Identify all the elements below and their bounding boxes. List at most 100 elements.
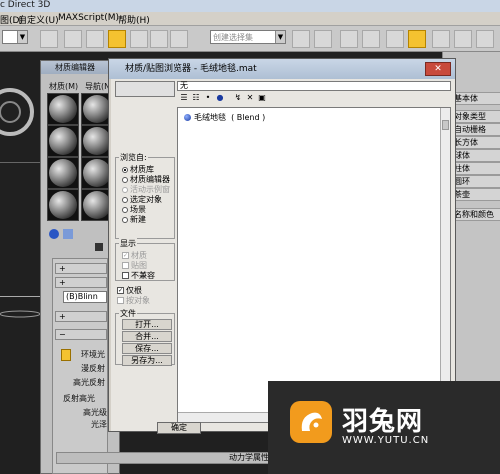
quick-render-icon[interactable]: [476, 30, 494, 48]
sample-sphere: [49, 159, 77, 187]
mirror-icon[interactable]: [292, 30, 310, 48]
radio-icon: [122, 176, 128, 183]
merge-button[interactable]: 合并...: [122, 331, 172, 342]
watermark: 羽兔网 WWW.YUTU.CN: [268, 381, 500, 474]
get-material-icon[interactable]: [49, 229, 59, 239]
percent-snap-icon[interactable]: [150, 30, 168, 48]
sample-slot[interactable]: [47, 93, 79, 125]
menu-item-help[interactable]: 帮助(H): [118, 13, 150, 26]
chevron-down-icon[interactable]: ▼: [17, 31, 27, 43]
list-item[interactable]: 毛绒地毯 ( Blend ): [184, 112, 265, 123]
cp-cylinder-button[interactable]: 柱体: [451, 162, 500, 175]
radio-new[interactable]: 新建: [122, 214, 146, 225]
material-map-browser: 材质/贴图浏览器 - 毛绒地毯.mat ✕ 浏览自: 材质库 材质编辑器 活动示…: [108, 58, 456, 434]
cp-box-button[interactable]: 长方体: [451, 136, 500, 149]
link-icon[interactable]: [40, 30, 58, 48]
align-icon[interactable]: [314, 30, 332, 48]
sample-sphere: [83, 95, 111, 123]
name-field[interactable]: 无: [177, 81, 451, 91]
rollout-collapsed[interactable]: +: [55, 277, 107, 288]
save-as-button[interactable]: 另存为...: [122, 355, 172, 366]
material-editor-icon[interactable]: [408, 30, 426, 48]
undo-combo[interactable]: ▼: [2, 30, 28, 44]
unlink-icon[interactable]: [64, 30, 82, 48]
chevron-down-icon[interactable]: ▼: [275, 31, 285, 43]
rotate-icon[interactable]: [130, 30, 148, 48]
rollout-collapsed[interactable]: +: [55, 263, 107, 274]
checkbox-by-object[interactable]: 按对象: [117, 295, 150, 306]
sample-slot[interactable]: [47, 157, 79, 189]
rollout-expanded[interactable]: −: [55, 329, 107, 340]
cp-sphere-button[interactable]: 球体: [451, 149, 500, 162]
browse-from-group: 浏览自: 材质库 材质编辑器 活动示例窗 选定对象 场景 新建: [115, 152, 175, 239]
update-scene-icon[interactable]: ↯: [233, 93, 243, 103]
preview-field: [115, 81, 175, 97]
lock-icon[interactable]: [61, 349, 71, 361]
menu-item-maxscript[interactable]: MAXScript(M): [58, 13, 119, 23]
open-button[interactable]: 打开...: [122, 319, 172, 330]
render-frame-icon[interactable]: [454, 30, 472, 48]
specular-label: 高光反射: [73, 378, 105, 387]
specular-level-label: 高光级: [83, 408, 107, 417]
menu-item-customize[interactable]: 自定义(U): [18, 13, 59, 26]
bind-space-warp-icon[interactable]: [86, 30, 104, 48]
checkbox-icon: [122, 262, 129, 269]
radio-icon: [122, 186, 128, 193]
select-move-icon[interactable]: [108, 30, 126, 48]
sample-slot[interactable]: [47, 189, 79, 221]
checkbox-icon: [122, 272, 129, 279]
curve-editor-icon[interactable]: [362, 30, 380, 48]
material-list[interactable]: 毛绒地毯 ( Blend ): [177, 107, 451, 423]
cp-torus-button[interactable]: 圆环: [451, 175, 500, 188]
close-button[interactable]: ✕: [425, 62, 451, 76]
delete-icon[interactable]: ✕: [245, 93, 255, 103]
vertical-scrollbar[interactable]: [440, 108, 450, 422]
spinner-snap-icon[interactable]: [170, 30, 188, 48]
selection-set-combo[interactable]: 创建选择集 ▼: [210, 30, 286, 44]
sample-slot[interactable]: [47, 125, 79, 157]
show-label: 显示: [119, 238, 137, 249]
put-to-scene-icon[interactable]: [63, 229, 73, 239]
me-menu-material[interactable]: 材质(M): [49, 81, 78, 92]
cp-teapot-button[interactable]: 茶壶: [451, 188, 500, 201]
ambient-label: 环境光: [81, 350, 105, 359]
ok-button[interactable]: 确定: [157, 422, 201, 434]
sample-sphere: [49, 191, 77, 219]
browser-toolbar: ☰ ☷ • ● ↯ ✕ ▣: [177, 92, 451, 106]
shader-type-combo[interactable]: (B)Blinn: [63, 291, 107, 303]
checkbox-incompatible[interactable]: 不兼容: [122, 270, 155, 281]
cp-primitives-label[interactable]: 基本体: [451, 92, 500, 105]
rollout-collapsed[interactable]: +: [55, 311, 107, 322]
checkbox-icon: [117, 297, 124, 304]
sample-sphere: [49, 95, 77, 123]
browser-body: 浏览自: 材质库 材质编辑器 活动示例窗 选定对象 场景 新建 显示 ✓ 材质 贴…: [111, 79, 455, 434]
save-button[interactable]: 保存...: [122, 343, 172, 354]
selection-set-placeholder: 创建选择集: [213, 33, 253, 42]
radio-icon: [122, 196, 128, 203]
app-title: c Direct 3D: [0, 0, 51, 10]
material-params-panel: + + (B)Blinn + − 环境光 漫反射 高光反射 反射高光 高光级 光…: [52, 258, 108, 474]
view-large-icons-icon[interactable]: ●: [215, 93, 225, 103]
view-list-icons-icon[interactable]: ☷: [191, 93, 201, 103]
main-toolbar: ▼ 创建选择集 ▼: [0, 26, 500, 52]
check-icon: ✓: [122, 252, 129, 259]
view-small-icons-icon[interactable]: •: [203, 93, 213, 103]
scroll-thumb[interactable]: [442, 120, 449, 130]
diffuse-label: 漫反射: [81, 364, 105, 373]
layer-manager-icon[interactable]: [340, 30, 358, 48]
clear-library-icon[interactable]: ▣: [257, 93, 267, 103]
view-list-icon[interactable]: ☰: [179, 93, 189, 103]
pick-icon[interactable]: [95, 243, 103, 251]
render-setup-icon[interactable]: [432, 30, 450, 48]
schematic-view-icon[interactable]: [386, 30, 404, 48]
glossiness-label: 光泽: [91, 420, 107, 429]
browser-options-pane: 浏览自: 材质库 材质编辑器 活动示例窗 选定对象 场景 新建 显示 ✓ 材质 贴…: [115, 81, 175, 411]
cp-name-color[interactable]: 名称和颜色: [451, 208, 500, 221]
show-group: 显示 ✓ 材质 贴图 不兼容: [115, 238, 175, 281]
browser-list-pane: 无 ☰ ☷ • ● ↯ ✕ ▣ 毛绒地毯 ( Blend ): [177, 81, 451, 423]
sample-sphere: [49, 127, 77, 155]
cp-autogrid[interactable]: 自动栅格: [451, 123, 500, 136]
browser-title[interactable]: 材质/贴图浏览器 - 毛绒地毯.mat: [109, 59, 455, 79]
material-sphere-icon: [184, 114, 191, 121]
cp-object-type[interactable]: 对象类型: [451, 110, 500, 123]
